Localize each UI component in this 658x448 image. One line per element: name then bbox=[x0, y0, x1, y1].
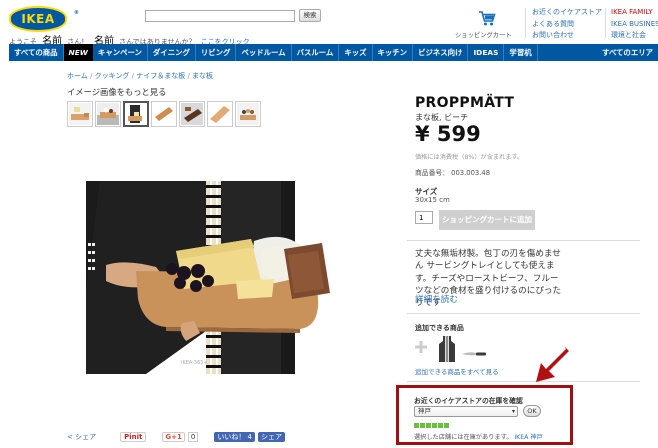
thumbnail-1[interactable] bbox=[67, 101, 93, 127]
accessory-knife[interactable] bbox=[462, 344, 486, 356]
product-main-image[interactable]: IKEA 365+ bbox=[86, 181, 347, 374]
divider bbox=[525, 8, 526, 38]
stock-check-panel: お近くのイケアストアの在庫を確認 神戸 ▾ OK 選択した店舗には在庫があります。… bbox=[396, 385, 573, 445]
environment-link[interactable]: 環境と社会 bbox=[611, 30, 658, 42]
fb-like-button[interactable]: いいね！ 4 bbox=[214, 432, 256, 442]
thumbnail-7[interactable] bbox=[235, 101, 261, 127]
breadcrumb-cooking[interactable]: クッキング bbox=[95, 72, 130, 80]
divider bbox=[407, 381, 640, 382]
main-nav: すべての商品 NEW キャンペーン ダイニング リビング ベッドルーム バスルー… bbox=[9, 44, 658, 61]
share-button[interactable]: < シェア bbox=[67, 432, 96, 442]
thumbnail-6[interactable] bbox=[207, 101, 233, 127]
stock-status: 選択した店舗には在庫があります。 IKEA 神戸 bbox=[414, 434, 543, 441]
tax-note: 価格には消費税（8%）が含まれます。 bbox=[415, 154, 524, 161]
nav-bedroom[interactable]: ベッドルーム bbox=[236, 44, 292, 61]
nav-all-areas[interactable]: すべてのエリア bbox=[597, 44, 658, 61]
nav-living[interactable]: リビング bbox=[196, 44, 237, 61]
thumbnail-3-selected[interactable] bbox=[123, 101, 149, 127]
nav-new[interactable]: NEW bbox=[63, 44, 93, 61]
nav-kitchen[interactable]: キッチン bbox=[373, 44, 414, 61]
stock-check-title: お近くのイケアストアの在庫を確認 bbox=[414, 397, 523, 405]
accessory-apron[interactable] bbox=[436, 335, 458, 363]
nav-campaign[interactable]: キャンペーン bbox=[93, 44, 148, 61]
thumbnail-5[interactable] bbox=[179, 101, 205, 127]
nav-ideas[interactable]: IDEAS bbox=[468, 44, 505, 61]
nav-business[interactable]: ビジネス向け bbox=[413, 44, 469, 61]
accessories-title: 追加できる商品 bbox=[415, 324, 464, 332]
chevron-down-icon: ▾ bbox=[511, 408, 515, 415]
social-bar: < シェア Pinit G+1 0 いいね！ 4 シェア bbox=[67, 432, 286, 442]
nav-dining[interactable]: ダイニング bbox=[148, 44, 196, 61]
gplus-count: 0 bbox=[187, 432, 199, 442]
ikea-business-link[interactable]: IKEA BUSINESS bbox=[611, 19, 658, 31]
breadcrumb-home[interactable]: ホーム bbox=[67, 72, 88, 80]
svg-text:IKEA 365+: IKEA 365+ bbox=[181, 360, 208, 366]
thumbnail-4[interactable] bbox=[151, 101, 177, 127]
header-links-col2: IKEA FAMILY IKEA BUSINESS 環境と社会 bbox=[611, 7, 658, 42]
item-number: 商品番号： 003.003.48 bbox=[415, 169, 491, 177]
gallery-heading: イメージ画像をもっと見る bbox=[67, 87, 167, 97]
stock-level-indicator bbox=[414, 423, 449, 428]
product-name: PROPPMÄTT bbox=[415, 95, 515, 111]
nav-all-products[interactable]: すべての商品 bbox=[9, 44, 64, 61]
store-select[interactable]: 神戸 ▾ bbox=[414, 406, 518, 417]
store-link[interactable]: お近くのイケアストア bbox=[532, 7, 602, 19]
store-link[interactable]: IKEA 神戸 bbox=[514, 434, 542, 441]
ok-button[interactable]: OK bbox=[523, 405, 541, 417]
share-icon: < bbox=[67, 433, 73, 441]
nav-bathroom[interactable]: バスルーム bbox=[292, 44, 340, 61]
product-price: ¥ 599 bbox=[415, 122, 481, 146]
nav-desk[interactable]: 学習机 bbox=[504, 44, 538, 61]
faq-link[interactable]: よくある質問 bbox=[532, 19, 602, 31]
header-links-col1: お近くのイケアストア よくある質問 お問い合わせ bbox=[532, 7, 602, 42]
breadcrumb-knives-boards[interactable]: ナイフ＆まな板 bbox=[136, 72, 185, 80]
search-input[interactable] bbox=[145, 10, 295, 22]
arrow-icon bbox=[528, 344, 570, 384]
divider bbox=[407, 240, 640, 241]
nav-kids[interactable]: キッズ bbox=[339, 44, 373, 61]
read-more-link[interactable]: 詳細を読む bbox=[415, 293, 458, 305]
divider bbox=[407, 313, 640, 314]
breadcrumb-cutting-boards[interactable]: まな板 bbox=[192, 72, 213, 80]
search-button[interactable]: 検索 bbox=[299, 9, 321, 22]
see-all-accessories-link[interactable]: 追加できる商品をすべて見る bbox=[415, 366, 499, 376]
plus-icon bbox=[414, 339, 428, 353]
thumbnail-2[interactable] bbox=[95, 101, 121, 127]
size-value: 30x15 cm bbox=[415, 196, 450, 204]
cart-icon[interactable] bbox=[478, 10, 496, 27]
gplus-button[interactable]: G+1 bbox=[162, 432, 185, 442]
quantity-input[interactable] bbox=[415, 211, 433, 224]
contact-link[interactable]: お問い合わせ bbox=[532, 30, 602, 42]
ikea-family-link[interactable]: IKEA FAMILY bbox=[611, 7, 658, 19]
breadcrumb: ホーム / クッキング / ナイフ＆まな板 / まな板 bbox=[67, 72, 214, 80]
cart-label[interactable]: ショッピングカート bbox=[455, 30, 512, 39]
pinit-button[interactable]: Pinit bbox=[120, 432, 147, 442]
add-to-cart-button[interactable]: ショッピングカートに追加 bbox=[439, 210, 535, 230]
fb-share-button[interactable]: シェア bbox=[258, 432, 286, 442]
divider bbox=[605, 8, 606, 38]
